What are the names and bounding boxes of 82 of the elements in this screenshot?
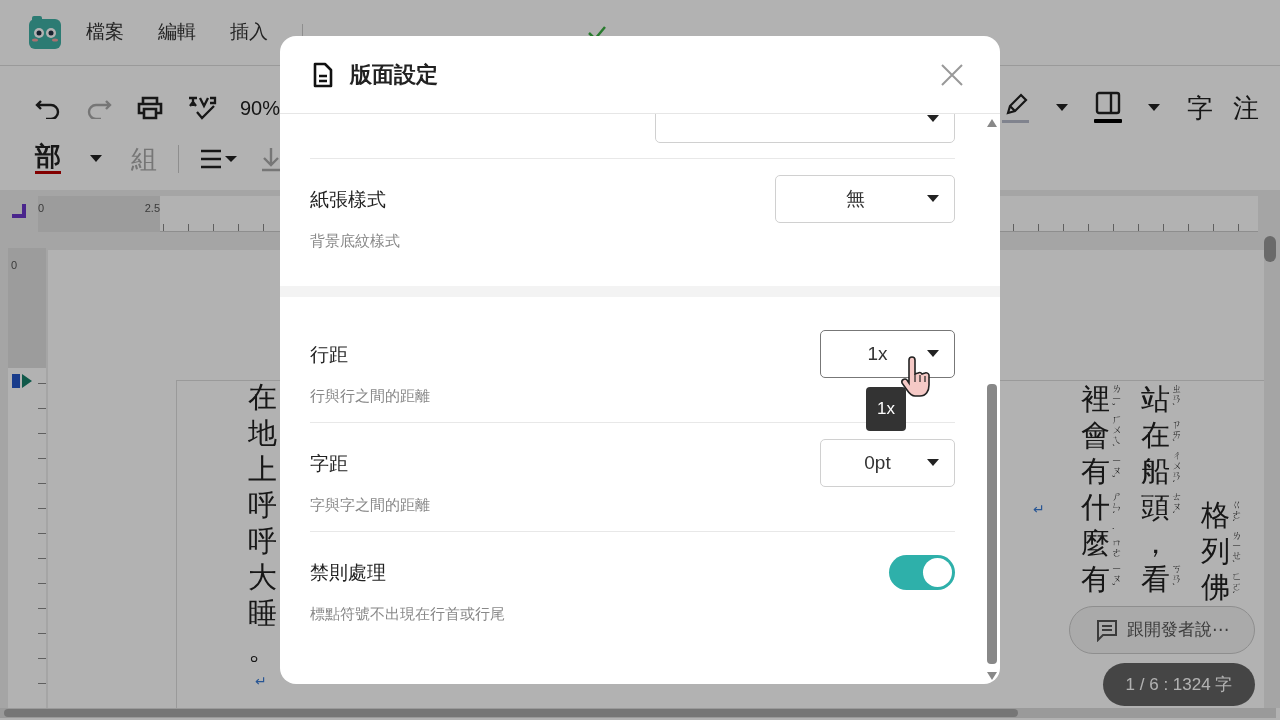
text-character: 。 — [246, 631, 278, 667]
text-character: 上 — [246, 451, 278, 487]
zhuyin-annotation: ˙ㄇㄜ — [1112, 528, 1122, 558]
menu-item[interactable]: 插入 — [230, 18, 268, 47]
text-character: 有 — [1079, 561, 1111, 597]
align-button[interactable] — [199, 147, 239, 170]
text-character: 佛 — [1199, 569, 1231, 605]
ruby-button[interactable]: 部 — [34, 143, 62, 174]
setting-label: 紙張樣式 — [310, 188, 387, 212]
zhuyin-annotation: ㄧㄡˇ — [1112, 564, 1122, 594]
feedback-button[interactable]: 跟開發者說⋯ — [1069, 606, 1255, 654]
comment-icon — [1095, 618, 1119, 642]
text-character: 呼 — [246, 487, 278, 523]
text-character: 地 — [246, 415, 278, 451]
setting-description: 行與行之間的距離 — [310, 386, 430, 406]
setting-description: 標點符號不出現在行首或行尾 — [310, 604, 505, 624]
zhuyin-annotation: ㄔㄨㄢˊ — [1172, 451, 1182, 491]
setting-description: 字與字之間的距離 — [310, 495, 430, 515]
text-character: 有 — [1079, 453, 1111, 489]
vertical-scrollbar[interactable] — [1264, 236, 1276, 262]
text-character: 列 — [1199, 533, 1231, 569]
text-character: 在 — [1139, 417, 1171, 453]
zhuyin-annotation: ㄧㄡˇ — [1112, 456, 1122, 486]
text-character: 什 — [1079, 489, 1111, 525]
text-character: 站 — [1139, 381, 1171, 417]
text-character: 會 — [1079, 417, 1111, 453]
text-character: 麼 — [1079, 525, 1111, 561]
text-character: 大 — [246, 559, 278, 595]
setting-label: 禁則處理 — [310, 561, 387, 585]
dialog-title: 版面設定 — [350, 61, 438, 89]
text-character: 裡 — [1079, 381, 1111, 417]
indent-marker-icon[interactable] — [12, 374, 34, 388]
toggle-switch[interactable] — [889, 555, 955, 590]
text-character: 看 — [1139, 561, 1171, 597]
zhuyin-annotation: ㄓㄢˋ — [1172, 384, 1182, 414]
select-field[interactable]: 0pt — [820, 439, 955, 487]
text-character: 睡 — [246, 595, 278, 631]
spellcheck-button[interactable] — [187, 94, 217, 121]
text-character: 呼 — [246, 523, 278, 559]
zoom-button[interactable]: 90% — [240, 97, 281, 118]
setting-label: 字距 — [310, 452, 349, 476]
paragraph-mark: ↵ — [1033, 500, 1045, 519]
scroll-up-icon[interactable] — [987, 119, 997, 127]
word-count-status: 1 / 6 : 1324 字 — [1103, 663, 1255, 706]
setting-description: 背景底紋樣式 — [310, 231, 400, 251]
text-character: 格 — [1199, 497, 1231, 533]
zhuyin-annotation: ㄕㄣˊ — [1112, 492, 1122, 522]
dropdown-caret-icon — [926, 115, 940, 123]
tooltip: 1x — [866, 387, 906, 431]
dropdown-caret-icon — [926, 350, 940, 358]
document-icon — [312, 61, 334, 88]
text-button[interactable]: 字 — [1186, 94, 1214, 121]
zhuyin-annotation: ㄌㄧˇ — [1112, 384, 1122, 414]
ruler-label: 0 — [38, 201, 45, 216]
zhuyin-annotation: ㄍㄜˊ — [1232, 500, 1242, 530]
ruler-corner-icon[interactable] — [12, 204, 26, 218]
zhuyin-annotation: ㄏㄨㄟˋ — [1112, 415, 1122, 455]
zhuyin-annotation: ㄎㄢˋ — [1172, 564, 1182, 594]
app-logo[interactable] — [28, 15, 62, 50]
menu-item[interactable]: 檔案 — [86, 18, 124, 47]
text-character: 在 — [246, 379, 278, 415]
scroll-down-icon[interactable] — [987, 672, 997, 680]
text-button[interactable]: 注 — [1232, 94, 1260, 121]
setting-label: 行距 — [310, 343, 349, 367]
ruler-label: 0 — [11, 259, 18, 271]
select-field[interactable]: 無 — [775, 175, 955, 223]
zhuyin-annotation: ㄌㄧㄝˋ — [1232, 531, 1242, 571]
border-button[interactable] — [1094, 90, 1122, 125]
text-character: 頭 — [1139, 489, 1171, 525]
horizontal-scrollbar[interactable] — [0, 708, 1276, 718]
dropdown-caret-icon — [926, 459, 940, 467]
select-field[interactable]: 1x — [820, 330, 955, 378]
print-button[interactable] — [136, 95, 164, 120]
menu-item[interactable]: 編輯 — [158, 18, 196, 47]
zhuyin-annotation: ㄈㄛˊ — [1232, 572, 1242, 602]
paragraph-mark: ↵ — [255, 672, 267, 691]
close-icon[interactable] — [940, 62, 964, 87]
text-character: 船 — [1139, 453, 1171, 489]
text-character: ， — [1139, 525, 1171, 561]
zhuyin-annotation: ㄊㄡˊ — [1172, 492, 1182, 522]
ruler-label: 2.5 — [144, 201, 160, 216]
zhuyin-annotation: ㄗㄞˋ — [1172, 420, 1182, 450]
